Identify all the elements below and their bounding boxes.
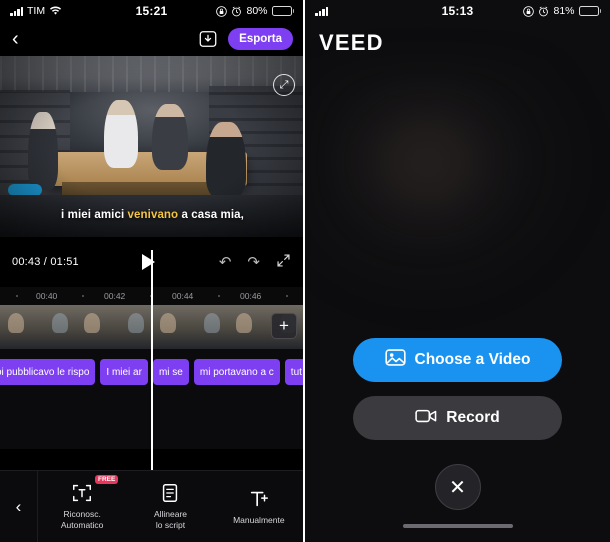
battery-icon xyxy=(271,6,294,16)
back-button[interactable]: ‹ xyxy=(8,29,23,49)
battery-percent: 80% xyxy=(246,5,268,17)
filmstrip-frame[interactable] xyxy=(114,305,152,349)
caption-highlight: venivano xyxy=(127,209,179,221)
battery-icon xyxy=(578,6,601,16)
caption-post: a casa mia, xyxy=(178,209,244,221)
alarm-icon xyxy=(232,6,242,16)
free-badge: FREE xyxy=(94,475,119,485)
right-status-bar: 15:13 81% xyxy=(305,0,610,22)
veed-action-sheet: Choose a Video Record ✕ xyxy=(305,338,610,542)
filmstrip-frame[interactable] xyxy=(0,305,38,349)
toolbar-item-manual[interactable]: Manualmente xyxy=(215,488,303,526)
subtitle-chip[interactable]: oi pubblicavo le rispo xyxy=(0,359,96,385)
fullscreen-icon[interactable] xyxy=(276,253,291,272)
filmstrip-frame[interactable] xyxy=(76,305,114,349)
left-status-bar: TIM 15:21 80% xyxy=(0,0,303,22)
blurred-backdrop xyxy=(305,62,610,312)
record-label: Record xyxy=(446,409,500,426)
toolbar-item-label: Allineare lo script xyxy=(153,509,188,530)
filmstrip-frame[interactable] xyxy=(190,305,228,349)
redo-icon[interactable]: ↷ xyxy=(247,253,260,271)
status-right-group: 80% xyxy=(152,5,294,17)
ruler-tick-1: 00:42 xyxy=(104,291,126,301)
ruler-tick-2: 00:44 xyxy=(172,291,194,301)
time-separator: / xyxy=(40,256,51,268)
add-clip-button[interactable]: + xyxy=(271,313,297,339)
ruler-tick-3: 00:46 xyxy=(240,291,262,301)
subtitle-chip[interactable]: I miei ar xyxy=(100,359,148,385)
editor-header: ‹ Esporta xyxy=(0,22,303,56)
current-time: 00:43 xyxy=(12,256,41,268)
filmstrip-frame[interactable] xyxy=(228,305,266,349)
record-button[interactable]: Record xyxy=(353,396,562,440)
download-icon[interactable] xyxy=(198,29,218,49)
align-script-icon xyxy=(159,482,181,504)
veed-logo: VEED xyxy=(319,30,384,55)
battery-percent: 81% xyxy=(553,5,575,17)
toolbar-item-auto-recognize[interactable]: FREE Riconosc. Automatico xyxy=(38,475,126,530)
expand-preview-icon[interactable]: ⤢ xyxy=(273,74,295,96)
total-time: 01:51 xyxy=(50,256,79,268)
filmstrip-frame[interactable] xyxy=(38,305,76,349)
close-icon[interactable]: ✕ xyxy=(434,464,481,510)
right-phone-screen: 15:13 81% VEED Choose a Video Record ✕ xyxy=(305,0,610,542)
choose-a-video-label: Choose a Video xyxy=(414,351,531,368)
left-phone-screen: TIM 15:21 80% ‹ Esporta ⤢ i miei amici v… xyxy=(0,0,305,542)
playhead[interactable] xyxy=(151,250,153,470)
auto-recognize-icon xyxy=(71,482,93,504)
ruler-tick-0: 00:40 xyxy=(36,291,58,301)
screenshot-root: TIM 15:21 80% ‹ Esporta ⤢ i miei amici v… xyxy=(0,0,610,542)
video-camera-icon xyxy=(415,408,437,429)
lock-rotation-icon xyxy=(216,5,228,17)
manual-text-icon xyxy=(248,488,270,510)
status-right-group-right: 81% xyxy=(458,5,601,17)
toolbar-item-align-script[interactable]: Allineare lo script xyxy=(126,482,214,530)
export-button[interactable]: Esporta xyxy=(228,28,293,50)
video-caption: i miei amici venivano a casa mia, xyxy=(0,209,303,221)
video-preview[interactable]: ⤢ i miei amici venivano a casa mia, xyxy=(0,56,303,237)
photo-icon xyxy=(384,348,406,372)
subtitle-chip[interactable]: mi se xyxy=(152,359,189,385)
caption-pre: i miei amici xyxy=(61,209,128,221)
toolbar-item-label: Riconosc. Automatico xyxy=(60,509,104,530)
editor-toolbar: ‹ FREE Riconosc. Automatico Allineare lo… xyxy=(0,470,303,542)
alarm-icon xyxy=(539,6,549,16)
choose-a-video-button[interactable]: Choose a Video xyxy=(353,338,562,382)
play-icon[interactable] xyxy=(142,254,156,270)
toolbar-item-label: Manualmente xyxy=(233,514,285,525)
undo-icon[interactable]: ↶ xyxy=(219,253,232,271)
home-indicator xyxy=(402,524,513,528)
subtitle-chip[interactable]: tut xyxy=(284,359,303,385)
lock-rotation-icon xyxy=(523,5,535,17)
toolbar-items: FREE Riconosc. Automatico Allineare lo s… xyxy=(38,475,303,530)
header-actions: Esporta xyxy=(198,28,293,50)
time-display: 00:43 / 01:51 xyxy=(12,256,79,268)
subtitle-chip[interactable]: mi portavano a c xyxy=(193,359,280,385)
toolbar-back-button[interactable]: ‹ xyxy=(0,471,38,542)
filmstrip-frame[interactable] xyxy=(152,305,190,349)
transport-actions: ↶ ↷ xyxy=(219,253,291,272)
